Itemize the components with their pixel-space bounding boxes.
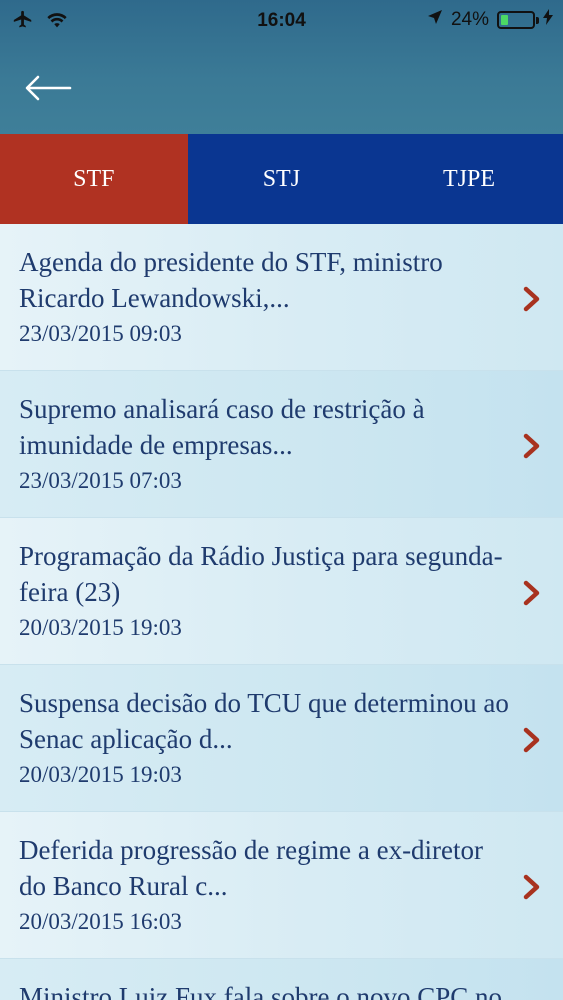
status-bar: 16:04 24% — [0, 0, 563, 44]
chevron-right-icon — [521, 874, 543, 900]
news-item[interactable]: Deferida progressão de regime a ex-diret… — [0, 812, 563, 959]
status-right: 24% — [427, 9, 553, 31]
news-date: 23/03/2015 07:03 — [19, 468, 182, 493]
news-item[interactable]: Ministro Luiz Fux fala sobre o novo CPC … — [0, 959, 563, 1000]
back-arrow-icon[interactable] — [22, 68, 74, 108]
location-arrow-icon — [427, 9, 443, 31]
tab-tjpe[interactable]: TJPE — [375, 134, 563, 224]
news-item[interactable]: Supremo analisará caso de restrição à im… — [0, 371, 563, 518]
chevron-right-icon — [521, 580, 543, 606]
news-title: Supremo analisará caso de restrição à im… — [19, 394, 425, 460]
news-date: 20/03/2015 19:03 — [19, 615, 182, 640]
news-title: Deferida progressão de regime a ex-diret… — [19, 835, 484, 901]
news-date: 20/03/2015 16:03 — [19, 909, 182, 934]
battery-fill — [501, 15, 509, 25]
news-title: Agenda do presidente do STF, ministro Ri… — [19, 247, 443, 313]
news-date: 23/03/2015 09:03 — [19, 321, 182, 346]
app-header: 16:04 24% — [0, 0, 563, 134]
news-item[interactable]: Programação da Rádio Justiça para segund… — [0, 518, 563, 665]
news-title: Ministro Luiz Fux fala sobre o novo CPC … — [19, 982, 502, 1000]
tab-stj[interactable]: STJ — [188, 134, 376, 224]
news-title: Programação da Rádio Justiça para segund… — [19, 541, 503, 607]
tab-stf[interactable]: STF — [0, 134, 188, 224]
news-list: Agenda do presidente do STF, ministro Ri… — [0, 224, 563, 1000]
chevron-right-icon — [521, 433, 543, 459]
tab-bar: STF STJ TJPE — [0, 134, 563, 224]
chevron-right-icon — [521, 727, 543, 753]
battery-icon — [497, 11, 539, 29]
charging-bolt-icon — [543, 9, 553, 31]
news-item[interactable]: Suspensa decisão do TCU que determinou a… — [0, 665, 563, 812]
chevron-right-icon — [521, 286, 543, 312]
news-date: 20/03/2015 19:03 — [19, 762, 182, 787]
battery-percent: 24% — [450, 9, 489, 30]
news-title: Suspensa decisão do TCU que determinou a… — [19, 688, 509, 754]
news-item[interactable]: Agenda do presidente do STF, ministro Ri… — [0, 224, 563, 371]
